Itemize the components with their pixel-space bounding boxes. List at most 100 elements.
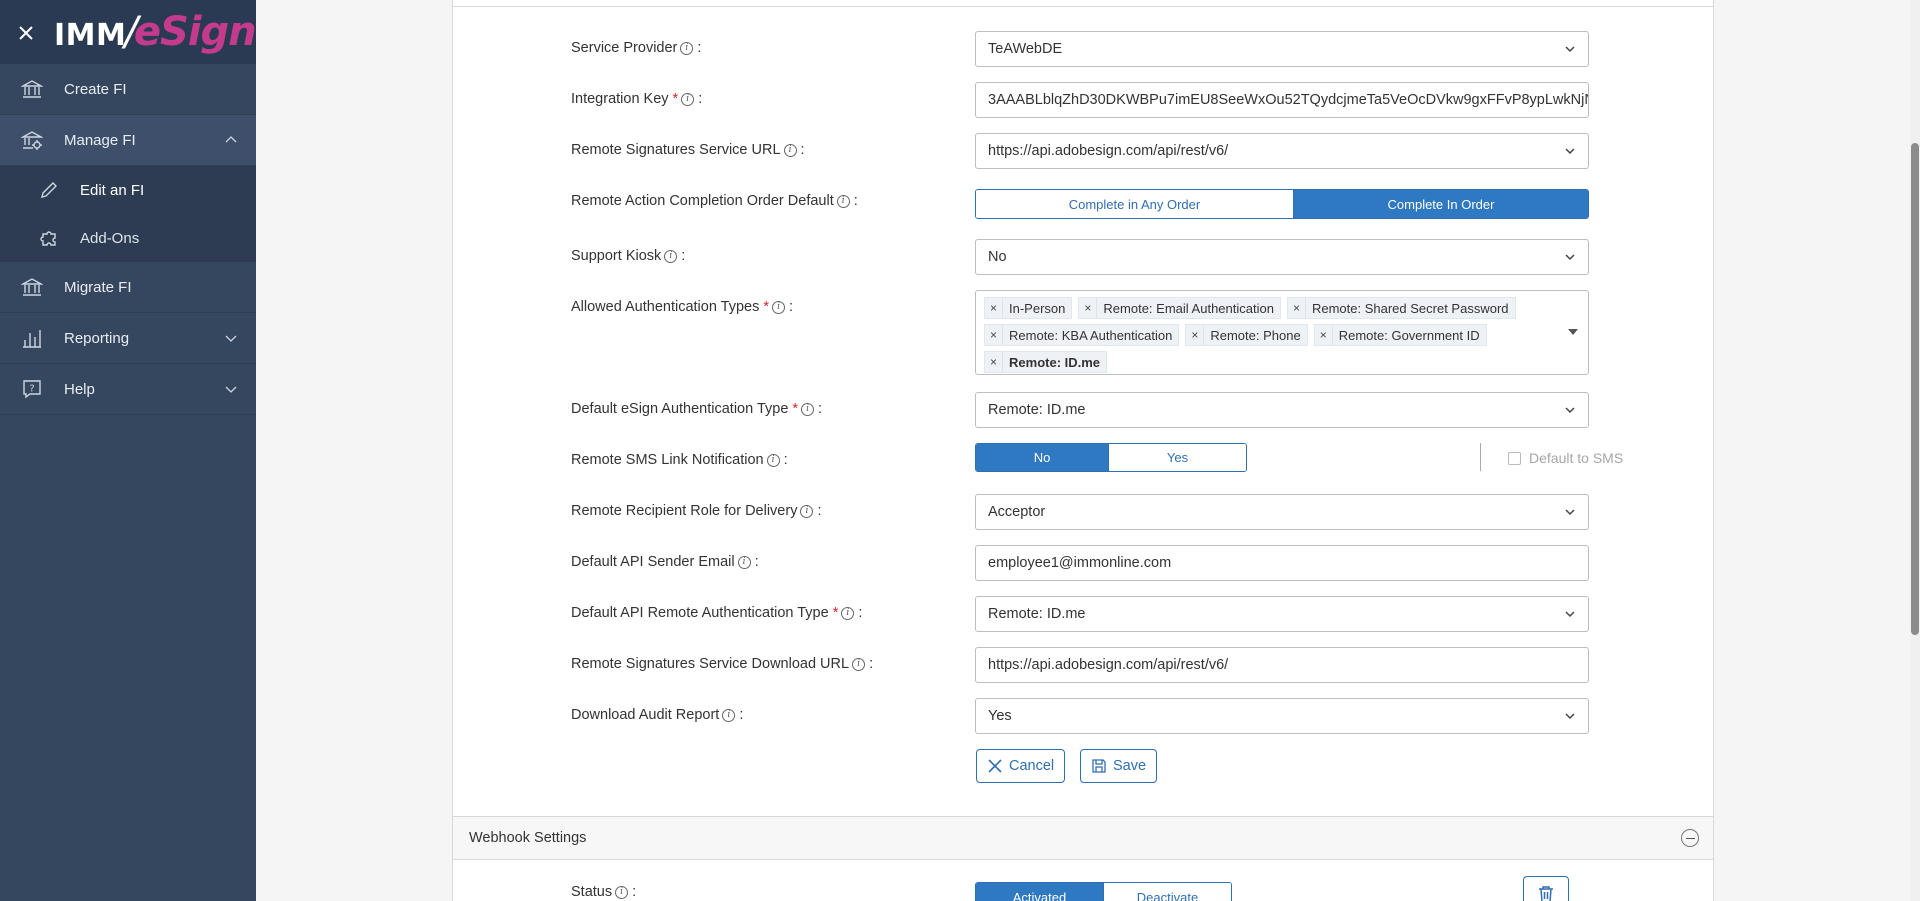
remove-tag-icon[interactable]: × — [1315, 325, 1333, 345]
auth-type-tag: × Remote: Shared Secret Password — [1286, 297, 1516, 319]
cancel-button[interactable]: Cancel — [976, 749, 1066, 783]
required-marker: * — [672, 91, 679, 107]
auth-type-tag: × Remote: KBA Authentication — [984, 324, 1180, 346]
remote-sig-url-select[interactable]: https://api.adobesign.com/api/rest/v6/ — [975, 133, 1589, 169]
sidebar-item-manage-fi[interactable]: Manage FI — [0, 115, 256, 166]
select-value: Yes — [988, 708, 1012, 724]
sender-email-input[interactable]: employee1@immonline.com — [975, 545, 1589, 581]
sidebar-item-reporting[interactable]: Reporting — [0, 313, 256, 364]
colon: : — [800, 142, 805, 158]
field-label: Remote Action Completion Order Default i… — [571, 193, 858, 209]
chevron-up-icon — [224, 133, 238, 147]
save-button[interactable]: Save — [1080, 749, 1158, 783]
option-yes[interactable]: Yes — [1109, 444, 1246, 471]
chevron-down-icon — [1565, 509, 1575, 516]
info-icon[interactable]: i — [615, 885, 629, 899]
label-text: Default API Remote Authentication Type — [571, 605, 829, 621]
field-label: Remote Signatures Service Download URL i… — [571, 656, 873, 672]
info-icon[interactable]: i — [800, 504, 814, 518]
info-icon[interactable]: i — [664, 249, 678, 263]
auth-type-tag: × In-Person — [984, 297, 1073, 319]
integration-key-input[interactable]: 3AAABLblqZhD30DKWBPu7imEU8SeeWxOu52TQydc… — [975, 82, 1589, 118]
app-logo[interactable]: IMM / eSign — [54, 9, 257, 55]
sidebar-subitem-add-ons[interactable]: Add-Ons — [0, 214, 256, 262]
remove-tag-icon[interactable]: × — [1186, 325, 1205, 345]
field-label: Default API Sender Email i : — [571, 554, 759, 570]
chevron-down-icon — [1565, 713, 1575, 720]
label-text: Service Provider — [571, 40, 678, 56]
option-activated[interactable]: Activated — [976, 883, 1104, 901]
webhook-settings-header[interactable]: Webhook Settings — [453, 816, 1713, 860]
label-text: Integration Key — [571, 91, 669, 107]
support-kiosk-select[interactable]: No — [975, 239, 1589, 275]
button-label: Cancel — [1009, 758, 1055, 774]
info-icon[interactable]: i — [722, 708, 736, 722]
delete-button[interactable] — [1523, 876, 1569, 901]
label-text: Remote SMS Link Notification — [571, 452, 764, 468]
tag-label: In-Person — [1009, 300, 1066, 316]
download-url-input[interactable]: https://api.adobesign.com/api/rest/v6/ — [975, 647, 1589, 683]
colon: : — [632, 884, 637, 900]
close-icon[interactable] — [18, 22, 38, 42]
info-icon[interactable]: i — [680, 41, 694, 55]
recipient-role-select[interactable]: Acceptor — [975, 494, 1589, 530]
remove-tag-icon[interactable]: × — [1079, 298, 1098, 318]
info-icon[interactable]: i — [772, 300, 786, 314]
remove-tag-icon[interactable]: × — [1288, 298, 1306, 318]
info-icon[interactable]: i — [801, 402, 815, 416]
floppy-disk-icon — [1092, 759, 1106, 773]
api-remote-auth-select[interactable]: Remote: ID.me — [975, 596, 1589, 632]
remove-tag-icon[interactable]: × — [985, 352, 1004, 372]
info-icon[interactable]: i — [766, 453, 780, 467]
select-value: TeAWebDE — [988, 41, 1063, 57]
auth-types-multiselect[interactable]: × In-Person × Remote: Email Authentication ×… — [975, 290, 1589, 375]
download-audit-select[interactable]: Yes — [975, 698, 1589, 734]
colon: : — [739, 707, 744, 723]
logo-esign-text: eSign — [133, 9, 257, 55]
option-no[interactable]: No — [976, 444, 1109, 471]
select-value: https://api.adobesign.com/api/rest/v6/ — [988, 143, 1229, 159]
scrollbar-thumb[interactable] — [1911, 143, 1919, 635]
help-icon: ? — [20, 377, 44, 401]
tag-label: Remote: KBA Authentication — [1009, 327, 1173, 343]
service-provider-select[interactable]: TeAWebDE — [975, 31, 1589, 67]
sidebar: IMM / eSign Create FI Manage FI Edit an … — [0, 0, 257, 901]
info-icon[interactable]: i — [737, 555, 751, 569]
sidebar-item-create-fi[interactable]: Create FI — [0, 64, 256, 115]
default-esign-auth-select[interactable]: Remote: ID.me — [975, 392, 1589, 428]
info-icon[interactable]: i — [681, 92, 695, 106]
field-label: Remote Signatures Service URL i : — [571, 142, 805, 158]
remove-tag-icon[interactable]: × — [985, 298, 1004, 318]
info-icon[interactable]: i — [836, 194, 850, 208]
section-title: Webhook Settings — [469, 830, 587, 846]
auth-type-tag: × Remote: Government ID — [1313, 324, 1487, 346]
info-icon[interactable]: i — [783, 143, 797, 157]
colon: : — [869, 656, 874, 672]
label-text: Remote Action Completion Order Default — [571, 193, 834, 209]
default-to-sms-checkbox[interactable]: Default to SMS — [1508, 450, 1623, 466]
scrollbar[interactable] — [1910, 0, 1920, 901]
remove-tag-icon[interactable]: × — [985, 325, 1004, 345]
label-text: Remote Signatures Service Download URL — [571, 656, 850, 672]
sidebar-item-migrate-fi[interactable]: Migrate FI — [0, 262, 256, 313]
sidebar-header: IMM / eSign — [0, 0, 257, 64]
sidebar-subitem-edit-fi[interactable]: Edit an FI — [0, 166, 256, 214]
settings-panel: Service Provider i : TeAWebDE Integratio… — [452, 0, 1714, 901]
input-value: 3AAABLblqZhD30DKWBPu7imEU8SeeWxOu52TQydc… — [988, 92, 1588, 108]
option-deactivate[interactable]: Deactivate — [1104, 883, 1231, 901]
option-in-order[interactable]: Complete In Order — [1293, 190, 1588, 218]
info-icon[interactable]: i — [852, 657, 866, 671]
info-icon[interactable]: i — [841, 606, 855, 620]
option-any-order[interactable]: Complete in Any Order — [976, 190, 1294, 218]
sidebar-item-label: Help — [64, 380, 95, 398]
label-text: Status — [571, 884, 613, 900]
checkbox-box[interactable] — [1508, 451, 1521, 465]
label-text: Remote Recipient Role for Delivery — [571, 503, 798, 519]
sidebar-item-help[interactable]: ? Help — [0, 364, 256, 415]
webhook-status-toggle: Activated Deactivate — [975, 882, 1232, 901]
collapse-icon[interactable] — [1681, 829, 1699, 847]
sidebar-subitem-label: Add-Ons — [80, 229, 140, 247]
field-label: Download Audit Report i : — [571, 707, 743, 723]
chevron-down-icon — [1565, 611, 1575, 618]
colon: : — [698, 91, 703, 107]
